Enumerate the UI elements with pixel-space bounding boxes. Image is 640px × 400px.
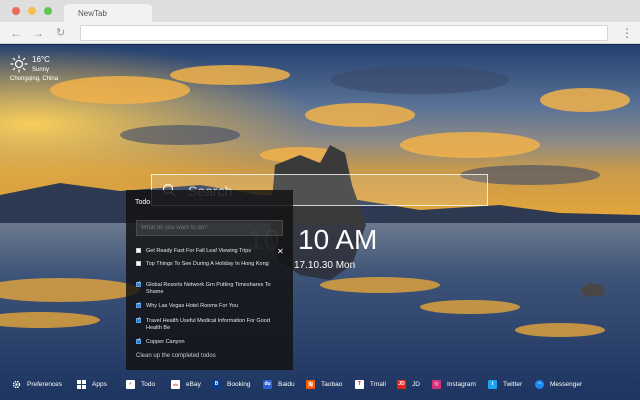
bottom-bar-label: Twitter [503,380,523,388]
bottom-bar-label: Tmall [370,380,386,388]
clock-date: 17.10.30 Mon [294,260,356,271]
todo-item-text: Get Ready Fast For Fall Leaf Viewing Tri… [146,248,252,254]
bottom-bar-label: Taobao [321,380,343,388]
jd-shortcut[interactable]: JD JD [397,378,420,390]
todo-input[interactable] [136,220,283,236]
baidu-icon: du [263,379,272,389]
tmall-shortcut[interactable]: T Tmall [355,378,386,390]
todo-item[interactable]: Global Resorts Network Grn Putting Times… [136,280,271,296]
todo-item[interactable]: Top Things To See During A Holiday In Ho… [136,261,271,268]
bottom-bar-label: Preferences [27,380,63,388]
close-icon[interactable]: ✕ [277,247,284,256]
todo-checkbox[interactable] [136,337,141,344]
bottom-bar-label: Apps [92,380,107,388]
booking-shortcut[interactable]: B Booking [212,378,251,390]
todo-item-text: Travel Health Useful Medical Information… [146,318,270,331]
browser-tab-strip: NewTab [0,0,640,22]
back-arrow-icon[interactable]: ← [10,25,22,41]
apps-button[interactable]: Apps [77,378,107,390]
todo-checkbox[interactable] [136,280,141,287]
todo-button[interactable]: ✓ Todo [126,378,155,390]
instagram-shortcut[interactable]: ◎ Instagram [432,378,476,390]
browser-toolbar: ← → ↻ ⋮ [0,22,640,44]
reload-icon[interactable]: ↻ [56,25,65,41]
background-photo [0,45,640,400]
clean-completed-button[interactable]: Clean up the completed todos [136,353,216,359]
bottom-bar-label: Booking [227,380,251,388]
jd-icon: JD [397,379,406,389]
gear-icon [12,380,21,388]
taobao-shortcut[interactable]: 淘 Taobao [306,378,342,390]
todo-item[interactable]: Copper Canyon [136,337,271,346]
forward-arrow-icon[interactable]: → [32,25,44,41]
clock-time: 10 AM [298,224,378,255]
todo-title: Todo [135,199,151,206]
bottom-bar-label: Baidu [278,380,295,388]
todo-panel: Todo ✕ Get Ready Fast For Fall Leaf View… [126,190,293,370]
weather-condition: Sunny [32,67,50,73]
grid-icon [77,379,86,389]
preferences-button[interactable]: Preferences [12,378,62,390]
checkbox-icon: ✓ [126,379,135,389]
todo-checkbox[interactable] [136,316,141,323]
booking-icon: B [212,379,221,389]
todo-checkbox[interactable] [136,261,141,266]
tmall-icon: T [355,379,364,389]
todo-item-text: Copper Canyon [146,339,185,345]
bottom-bar-label: Todo [141,380,156,388]
close-window-button[interactable] [12,7,20,15]
browser-tab[interactable]: NewTab [64,4,152,22]
todo-checkbox[interactable] [136,301,141,308]
ebay-icon: eb [171,379,180,389]
todo-item[interactable]: Get Ready Fast For Fall Leaf Viewing Tri… [136,248,271,255]
bottom-bar-label: Instagram [447,380,476,388]
todo-item-text: Global Resorts Network Grn Putting Times… [146,282,271,295]
bottom-bar-label: JD [412,380,420,388]
weather-location: Chongqing, China [10,76,59,82]
menu-dots-icon[interactable]: ⋮ [621,25,633,41]
bottom-bar-label: eBay [186,380,201,388]
maximize-window-button[interactable] [44,7,52,15]
todo-item[interactable]: Travel Health Useful Medical Information… [136,316,271,332]
ebay-shortcut[interactable]: eb eBay [171,378,201,390]
bottom-bar-label: Messenger [550,380,583,388]
twitter-icon: t [488,379,497,389]
address-bar[interactable] [80,25,608,41]
baidu-shortcut[interactable]: du Baidu [263,378,295,390]
todo-item-text: Why Las Vegas Hotel Rooms For You [146,303,239,309]
bottom-bar: Preferences Apps ✓ Todo eb eBay B Bookin… [0,372,640,396]
tab-title: NewTab [78,9,107,18]
weather-temperature: 16°C [32,55,50,64]
messenger-icon: ~ [535,379,544,389]
messenger-shortcut[interactable]: ~ Messenger [535,378,582,390]
minimize-window-button[interactable] [28,7,36,15]
taobao-icon: 淘 [306,379,315,389]
sun-icon [10,55,28,73]
todo-item[interactable]: Why Las Vegas Hotel Rooms For You [136,301,271,310]
todo-checkbox[interactable] [136,248,141,253]
todo-item-text: Top Things To See During A Holiday In Ho… [146,261,269,267]
instagram-icon: ◎ [432,379,441,389]
twitter-shortcut[interactable]: t Twitter [488,378,522,390]
